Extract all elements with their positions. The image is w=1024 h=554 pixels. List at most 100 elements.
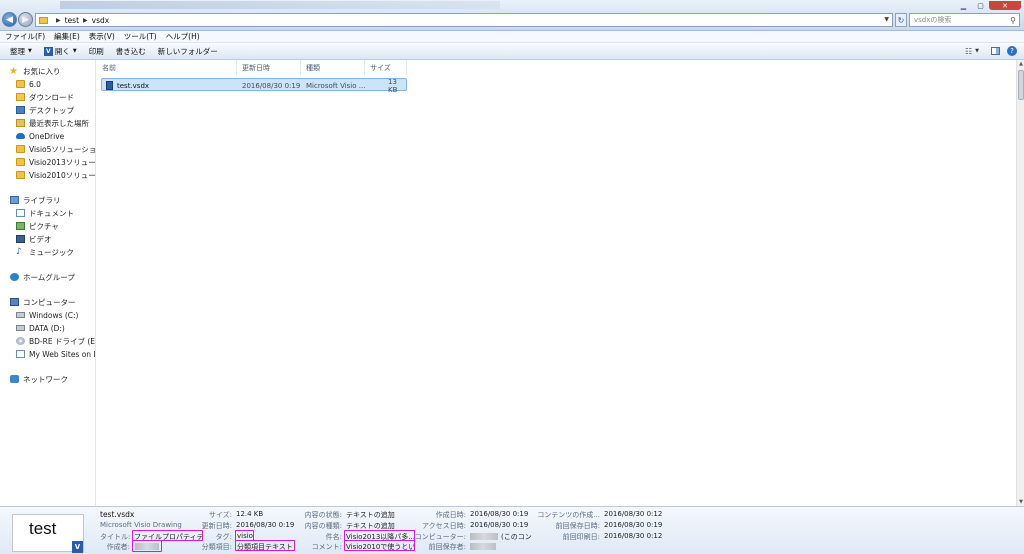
document-icon xyxy=(16,209,25,217)
close-button[interactable]: ✕ xyxy=(989,1,1021,10)
folder-icon xyxy=(16,158,25,166)
nav-item-documents[interactable]: ドキュメント xyxy=(16,207,95,219)
nav-item-6-0[interactable]: 6.0 xyxy=(16,78,95,90)
column-header-size[interactable]: サイズ xyxy=(365,60,407,75)
help-icon[interactable]: ? xyxy=(1007,46,1017,56)
nav-label: OneDrive xyxy=(29,131,65,141)
chevron-right-icon[interactable]: ▶ xyxy=(56,17,61,24)
organize-button[interactable]: 整理 ▼ xyxy=(10,46,32,57)
computer-icon xyxy=(10,298,19,306)
drive-icon xyxy=(16,312,25,318)
nav-item-drive-e[interactable]: BD-RE ドライブ (E:) xyxy=(16,335,96,347)
nav-favorites[interactable]: ★ お気に入り xyxy=(9,65,95,77)
scroll-up-icon[interactable]: ▲ xyxy=(1017,60,1024,68)
nav-computer[interactable]: コンピューター xyxy=(10,296,95,308)
details-lastsaved-by-key: 前回保存者: xyxy=(428,543,466,551)
nav-label: BD-RE ドライブ (E:) xyxy=(29,336,96,346)
nav-item-recent-places[interactable]: 最近表示した場所 xyxy=(16,117,95,129)
chevron-down-icon[interactable]: ▼ xyxy=(975,48,979,54)
nav-item-visio2010[interactable]: Visio2010ソリューショ xyxy=(16,169,95,181)
menu-file[interactable]: ファイル(F) xyxy=(5,31,45,42)
scroll-thumb[interactable] xyxy=(1018,70,1024,100)
visio-icon: V xyxy=(43,46,53,56)
nav-item-videos[interactable]: ビデオ xyxy=(16,233,95,245)
file-thumbnail: test V xyxy=(12,514,84,553)
scroll-down-icon[interactable]: ▼ xyxy=(1017,498,1024,506)
column-header-name[interactable]: 名前 xyxy=(97,60,237,75)
view-controls: ☷ ▼ ? xyxy=(965,46,1024,56)
nav-item-pictures[interactable]: ピクチャ xyxy=(16,220,95,232)
nav-item-web-sites[interactable]: My Web Sites on MSI xyxy=(16,348,95,360)
nav-label: ピクチャ xyxy=(29,221,59,231)
back-arrow-icon: ◀ xyxy=(6,14,13,25)
menu-help[interactable]: ヘルプ(H) xyxy=(166,31,200,42)
nav-item-desktop[interactable]: デスクトップ xyxy=(16,104,95,116)
nav-label: ライブラリ xyxy=(23,195,61,205)
refresh-button[interactable]: ↻ xyxy=(895,13,907,27)
vertical-scrollbar[interactable]: ▲ ▼ xyxy=(1016,60,1024,506)
details-size-key: サイズ: xyxy=(208,511,232,519)
details-last-printed-value: 2016/08/30 0:12 xyxy=(604,532,663,540)
open-button[interactable]: V 開く ▼ xyxy=(43,46,77,57)
nav-label: ビデオ xyxy=(29,234,52,244)
menu-tools[interactable]: ツール(T) xyxy=(124,31,157,42)
view-options-icon[interactable]: ☷ xyxy=(965,47,972,56)
nav-network[interactable]: ネットワーク xyxy=(10,373,95,385)
drive-icon xyxy=(16,325,25,331)
forward-arrow-icon: ▶ xyxy=(22,14,29,25)
minimize-button[interactable]: ▁ xyxy=(955,1,972,10)
chevron-right-icon[interactable]: ▶ xyxy=(83,17,88,24)
nav-label: ミュージック xyxy=(29,247,74,257)
nav-item-drive-c[interactable]: Windows (C:) xyxy=(16,309,95,321)
chevron-down-icon[interactable]: ▼ xyxy=(884,16,889,23)
address-box[interactable]: ▶ test ▶ vsdx ▼ xyxy=(35,13,893,27)
music-icon: ♪ xyxy=(16,247,22,257)
breadcrumb-vsdx[interactable]: vsdx xyxy=(92,16,110,25)
nav-homegroup[interactable]: ホームグループ xyxy=(10,271,95,283)
video-icon xyxy=(16,235,25,243)
column-header-type[interactable]: 種類 xyxy=(301,60,365,75)
details-content-created-value[interactable]: 2016/08/30 0:12 xyxy=(604,510,662,518)
search-input[interactable]: vsdxの検索 ⚲ xyxy=(909,13,1020,27)
details-category-key: 分類項目: xyxy=(201,543,232,551)
details-title-key: タイトル: xyxy=(100,533,131,541)
details-content-status-value[interactable]: テキストの追加 xyxy=(346,510,395,520)
nav-item-visio2013[interactable]: Visio2013ソリューショ xyxy=(16,156,96,168)
burn-button[interactable]: 書き込む xyxy=(116,46,146,57)
details-accessed-key: アクセス日時: xyxy=(421,522,466,530)
file-row[interactable]: test.vsdx 2016/08/30 0:19 Microsoft Visi… xyxy=(101,78,407,94)
nav-libraries[interactable]: ライブラリ xyxy=(10,194,95,206)
nav-item-drive-d[interactable]: DATA (D:) xyxy=(16,322,95,334)
network-icon xyxy=(10,375,19,383)
details-accessed-value: 2016/08/30 0:19 xyxy=(470,521,529,529)
nav-label: 6.0 xyxy=(29,79,41,89)
search-icon[interactable]: ⚲ xyxy=(1010,16,1016,25)
forward-button[interactable]: ▶ xyxy=(18,12,33,27)
chevron-down-icon: ▼ xyxy=(28,48,32,54)
print-button[interactable]: 印刷 xyxy=(89,46,104,57)
menu-view[interactable]: 表示(V) xyxy=(89,31,115,42)
nav-item-downloads[interactable]: ダウンロード xyxy=(16,91,95,103)
column-header-modified[interactable]: 更新日時 xyxy=(237,60,301,75)
disc-icon xyxy=(16,337,25,345)
computer-name-redacted xyxy=(470,533,498,540)
back-button[interactable]: ◀ xyxy=(2,12,17,27)
nav-item-visio5[interactable]: Visio5ソリューション xyxy=(16,143,95,155)
nav-label: ホームグループ xyxy=(23,272,75,282)
breadcrumb-test[interactable]: test xyxy=(65,16,79,25)
nav-label: お気に入り xyxy=(23,66,61,76)
nav-label: ドキュメント xyxy=(29,208,74,218)
picture-icon xyxy=(16,222,25,230)
menu-edit[interactable]: 編集(E) xyxy=(54,31,80,42)
refresh-icon: ↻ xyxy=(897,15,905,25)
nav-item-onedrive[interactable]: OneDrive xyxy=(16,130,95,142)
details-content-type-key: 内容の種類: xyxy=(304,522,342,530)
maximize-button[interactable]: ▢ xyxy=(972,1,989,10)
preview-pane-icon[interactable] xyxy=(991,47,1000,55)
details-tag-key: タグ: xyxy=(215,533,232,541)
nav-label: ネットワーク xyxy=(23,374,68,384)
nav-item-music[interactable]: ♪ ミュージック xyxy=(16,246,95,258)
new-folder-button[interactable]: 新しいフォルダー xyxy=(158,46,218,57)
nav-label: Visio2013ソリューショ xyxy=(29,157,96,167)
star-icon: ★ xyxy=(9,65,18,77)
